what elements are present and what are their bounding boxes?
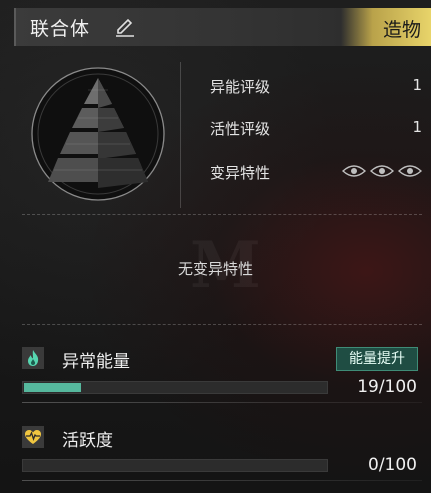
energy-title: 异常能量 <box>62 352 130 372</box>
stat-label: 异能评级 <box>210 78 271 96</box>
heartbeat-icon <box>25 430 41 444</box>
vitality-bar <box>22 459 328 472</box>
type-tag: 造物 <box>341 8 431 46</box>
type-tag-label: 造物 <box>382 19 421 41</box>
vitality-value: 0/100 <box>368 455 417 475</box>
energy-bar-fill <box>24 383 82 392</box>
eye-icon[interactable] <box>398 164 422 178</box>
eye-icon[interactable] <box>370 164 394 178</box>
stat-value: 1 <box>412 118 422 136</box>
stat-label: 变异特性 <box>210 164 271 182</box>
pencil-icon[interactable] <box>114 16 136 38</box>
stat-row-activity-rating: 活性评级 1 <box>210 118 422 142</box>
dashed-divider <box>22 214 422 215</box>
dashed-divider <box>22 324 422 325</box>
trait-slots <box>342 164 422 178</box>
vitality-title: 活跃度 <box>62 431 113 451</box>
pyramid-emblem-icon <box>31 67 165 201</box>
stat-row-ability-rating: 异能评级 1 <box>210 76 422 100</box>
eye-icon[interactable] <box>342 164 366 178</box>
energy-underline <box>22 402 422 403</box>
flame-icon <box>28 350 39 366</box>
energy-boost-button[interactable]: 能量提升 <box>336 347 418 371</box>
energy-value: 19/100 <box>357 377 417 397</box>
header-bar: 联合体 造物 <box>14 8 431 46</box>
vitality-underline <box>22 480 422 481</box>
stat-row-mutation-traits: 变异特性 <box>210 162 422 186</box>
energy-icon-box <box>22 347 44 369</box>
energy-bar <box>22 381 328 394</box>
vertical-divider <box>180 62 181 208</box>
stat-value: 1 <box>412 76 422 94</box>
unit-name: 联合体 <box>30 18 91 40</box>
stat-label: 活性评级 <box>210 120 271 138</box>
no-traits-text: 无变异特性 <box>177 260 253 278</box>
vitality-icon-box <box>22 426 44 448</box>
